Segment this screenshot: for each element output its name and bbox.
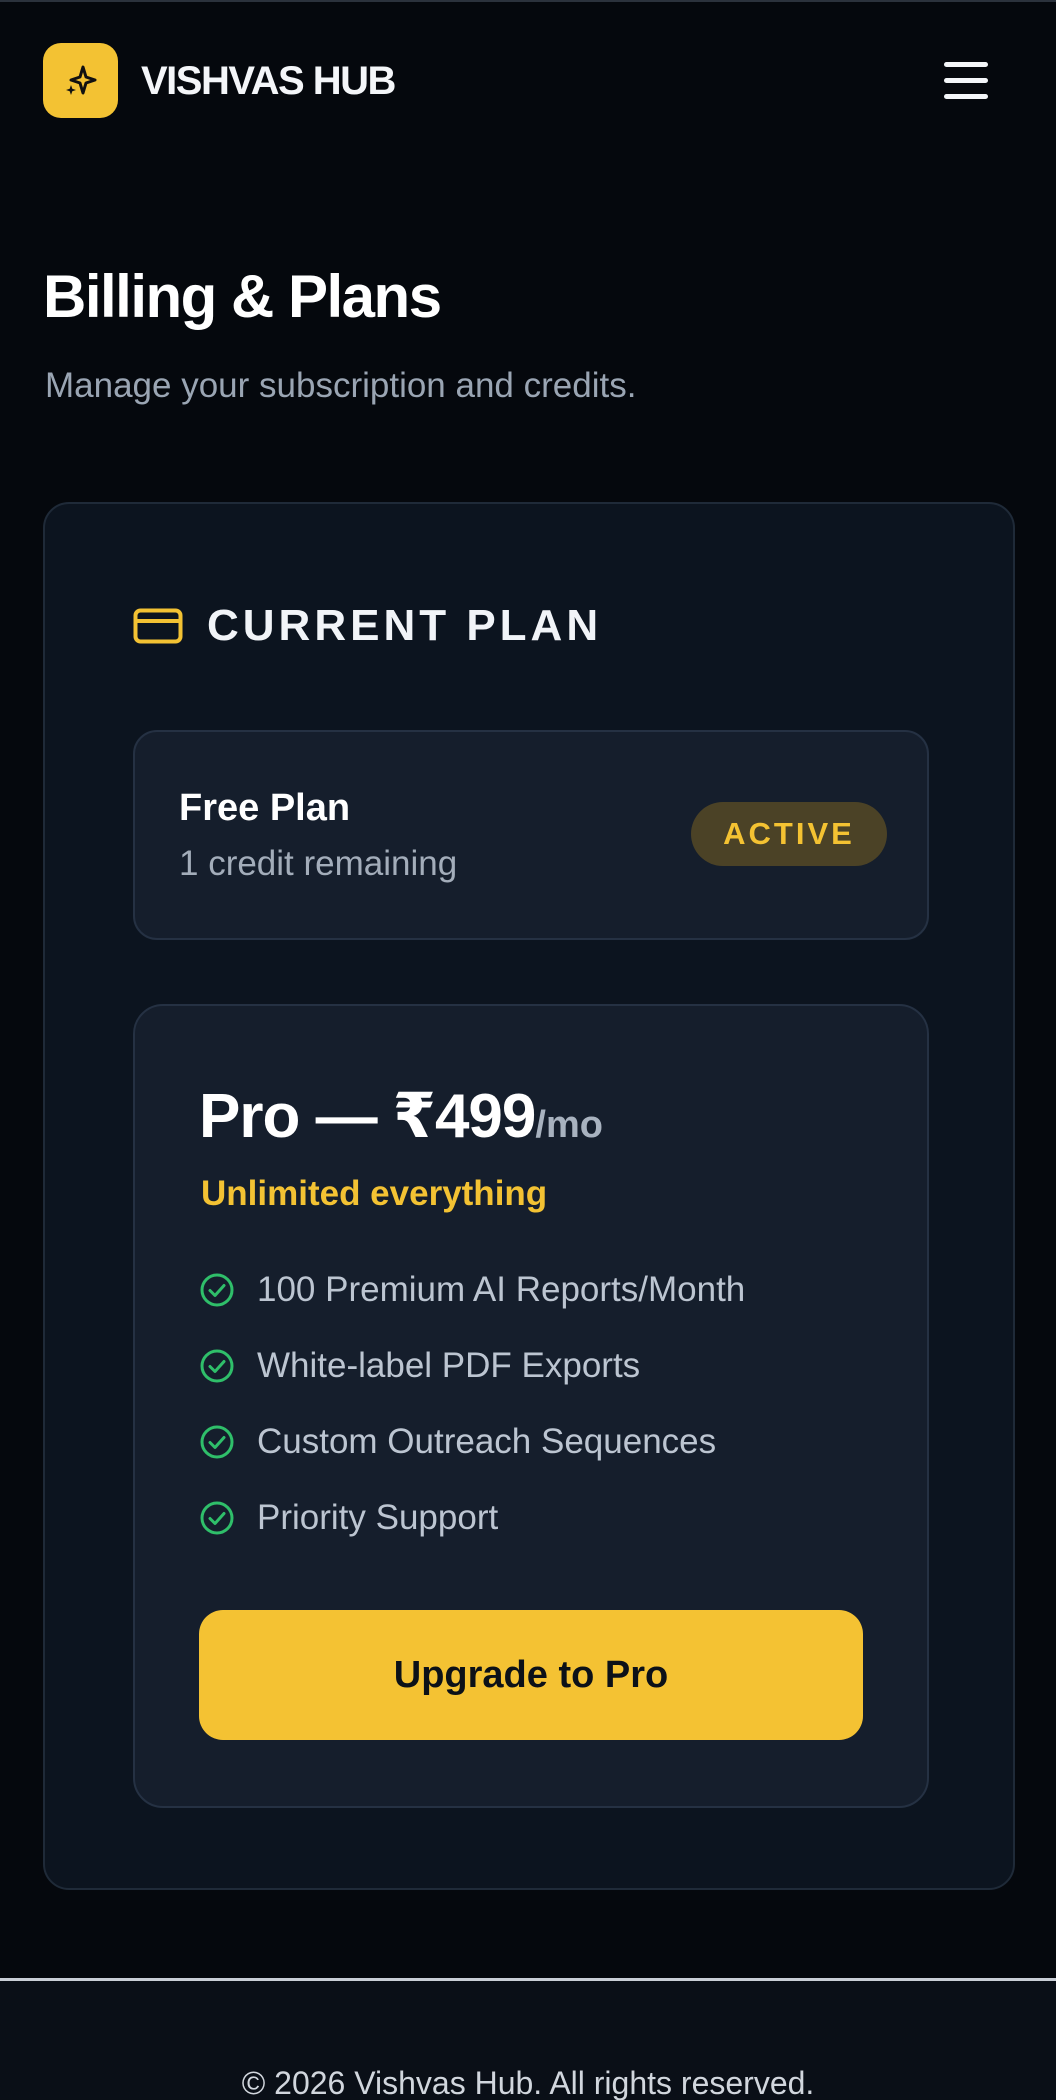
feature-item: Custom Outreach Sequences xyxy=(199,1420,745,1464)
credits-remaining: 1 credit remaining xyxy=(179,844,458,883)
page-title: Billing & Plans xyxy=(43,263,442,330)
section-header: CURRENT PLAN xyxy=(133,600,602,652)
brand-name: VISHVAS HUB xyxy=(141,59,396,103)
pro-plan-box: Pro — ₹499/mo Unlimited everything 100 P… xyxy=(133,1004,929,1808)
app-header: VISHVAS HUB xyxy=(0,0,1056,160)
feature-text: Priority Support xyxy=(257,1498,499,1537)
plan-name: Free Plan xyxy=(179,787,351,829)
feature-text: Custom Outreach Sequences xyxy=(257,1422,717,1461)
price-period: /mo xyxy=(535,1104,603,1146)
feature-text: 100 Premium AI Reports/Month xyxy=(257,1270,746,1309)
hamburger-menu-icon xyxy=(944,94,988,99)
feature-text: White-label PDF Exports xyxy=(257,1346,641,1385)
current-plan-card: CURRENT PLAN Free Plan 1 credit remainin… xyxy=(43,502,1015,1890)
copyright-text: © 2026 Vishvas Hub. All rights reserved. xyxy=(241,2065,815,2100)
pro-plan-price: Pro — ₹499 xyxy=(199,1082,536,1151)
check-circle-icon xyxy=(200,1349,234,1383)
pro-plan-tagline: Unlimited everything xyxy=(201,1174,548,1213)
feature-list: 100 Premium AI Reports/Month White-label… xyxy=(199,1268,745,1572)
check-circle-icon xyxy=(200,1501,234,1535)
upgrade-to-pro-button[interactable]: Upgrade to Pro xyxy=(199,1610,863,1740)
feature-item: White-label PDF Exports xyxy=(199,1344,745,1388)
hamburger-menu-icon xyxy=(944,78,988,83)
feature-item: 100 Premium AI Reports/Month xyxy=(199,1268,745,1312)
pro-plan-title: Pro — ₹499/mo xyxy=(199,1082,603,1160)
billing-page: VISHVAS HUB Billing & Plans Manage your … xyxy=(0,0,1056,2100)
logo[interactable] xyxy=(43,43,118,118)
hamburger-menu-icon xyxy=(944,62,988,67)
check-circle-icon xyxy=(200,1273,234,1307)
section-label: CURRENT PLAN xyxy=(207,601,603,650)
status-badge: ACTIVE xyxy=(691,802,887,866)
free-plan-box: Free Plan 1 credit remaining ACTIVE xyxy=(133,730,929,940)
page-footer: © 2026 Vishvas Hub. All rights reserved. xyxy=(0,1981,1056,2100)
hamburger-menu-button[interactable] xyxy=(936,60,994,104)
page-subtitle: Manage your subscription and credits. xyxy=(45,366,637,405)
credit-card-icon xyxy=(133,608,183,644)
check-circle-icon xyxy=(200,1425,234,1459)
sparkle-icon xyxy=(65,65,96,95)
feature-item: Priority Support xyxy=(199,1496,745,1540)
